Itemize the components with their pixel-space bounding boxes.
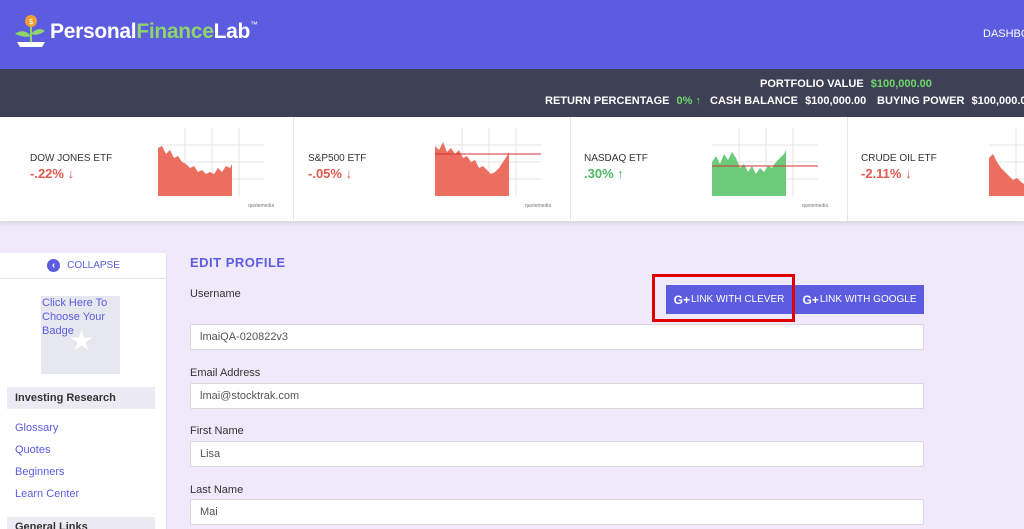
- buying-power-label: BUYING POWER: [877, 95, 965, 107]
- ticker-name: NASDAQ ETF: [584, 153, 648, 164]
- mini-chart: [712, 128, 818, 196]
- cash-value: $100,000.00: [805, 95, 867, 107]
- email-field[interactable]: lmai@stocktrak.com: [190, 383, 924, 409]
- last-name-field[interactable]: Mai: [190, 499, 924, 525]
- collapse-label: COLLAPSE: [67, 260, 120, 271]
- chart-credit: quotemedia: [802, 203, 829, 209]
- chevron-left-icon: ‹: [47, 259, 61, 272]
- arrow-up-icon: ↑: [695, 95, 702, 107]
- email-label: Email Address: [190, 367, 261, 379]
- logo[interactable]: $ PersonalFinanceLab™: [12, 14, 258, 50]
- brand-word-lab: Lab: [213, 20, 251, 43]
- brand-name: PersonalFinanceLab™: [50, 20, 258, 44]
- buying-power-value: $100,000.0: [971, 95, 1024, 107]
- return-stat: RETURN PERCENTAGE 0% ↑: [545, 95, 701, 107]
- arrow-down-icon: ↓: [905, 166, 912, 181]
- ticker-change: .30% ↑: [584, 166, 624, 181]
- portfolio-value: $100,000.00: [870, 78, 932, 90]
- cash-stat: CASH BALANCE $100,000.00: [710, 95, 866, 107]
- link-with-google-button[interactable]: G+ LINK WITH GOOGLE: [795, 285, 924, 314]
- portfolio-value-row: PORTFOLIO VALUE $100,000.00: [760, 78, 932, 90]
- arrow-down-icon: ↓: [345, 166, 353, 181]
- mini-chart: [158, 128, 264, 196]
- ticker-change: -.05% ↓: [308, 166, 352, 181]
- ticker-card[interactable]: NASDAQ ETF .30% ↑ quotemedia: [571, 117, 848, 222]
- chart-credit: quotemedia: [248, 203, 275, 209]
- ticker-change: -2.11% ↓: [861, 166, 912, 181]
- top-navbar: $ PersonalFinanceLab™ DASHBO: [0, 0, 1024, 69]
- google-button-label: LINK WITH GOOGLE: [819, 294, 917, 305]
- chart-credit: quotemedia: [525, 203, 552, 209]
- nav-dashboard-link[interactable]: DASHBO: [983, 28, 1024, 40]
- page-title: EDIT PROFILE: [190, 255, 286, 270]
- sidebar-link-quotes[interactable]: Quotes: [15, 444, 50, 456]
- ticker-name: CRUDE OIL ETF: [861, 153, 937, 164]
- google-plus-icon: G+: [802, 292, 819, 307]
- mini-chart: [435, 128, 541, 196]
- return-value: 0%: [676, 95, 693, 107]
- ticker-change-value: -2.11%: [861, 166, 902, 181]
- highlight-box: [652, 274, 795, 322]
- first-name-label: First Name: [190, 425, 244, 437]
- portfolio-summary-bar: PORTFOLIO VALUE $100,000.00 RETURN PERCE…: [0, 69, 1024, 117]
- return-label: RETURN PERCENTAGE: [545, 95, 670, 107]
- username-field[interactable]: lmaiQA-020822v3: [190, 324, 924, 350]
- sidebar-link-learn-center[interactable]: Learn Center: [15, 488, 79, 500]
- arrow-up-icon: ↑: [617, 166, 624, 181]
- sidebar-section-general-links: General Links: [7, 517, 155, 529]
- ticker-change: -.22% ↓: [30, 166, 74, 181]
- mini-chart: [989, 128, 1024, 196]
- badge-picker[interactable]: ★ Click Here To Choose Your Badge: [41, 296, 120, 374]
- sidebar-section-investing-research: Investing Research: [7, 387, 155, 409]
- ticker-card[interactable]: CRUDE OIL ETF -2.11% ↓: [848, 117, 1024, 222]
- ticker-strip: DOW JONES ETF -.22% ↓ quotemedia S&P500 …: [0, 117, 1024, 222]
- sidebar-link-glossary[interactable]: Glossary: [15, 422, 58, 434]
- buying-power-stat: BUYING POWER $100,000.0: [877, 95, 1024, 107]
- portfolio-value-label: PORTFOLIO VALUE: [760, 78, 864, 90]
- brand-word-finance: Finance: [136, 20, 214, 43]
- svg-text:$: $: [29, 17, 34, 26]
- brand-word-personal: Personal: [50, 20, 137, 43]
- ticker-card[interactable]: DOW JONES ETF -.22% ↓ quotemedia: [0, 117, 294, 222]
- sidebar-link-beginners[interactable]: Beginners: [15, 466, 65, 478]
- badge-text: Click Here To Choose Your Badge: [42, 297, 108, 337]
- ticker-name: S&P500 ETF: [308, 153, 367, 164]
- username-label: Username: [190, 288, 241, 300]
- plant-logo-icon: $: [15, 15, 45, 47]
- arrow-down-icon: ↓: [67, 166, 75, 181]
- collapse-button[interactable]: ‹ COLLAPSE: [0, 253, 167, 279]
- sidebar: ‹ COLLAPSE ★ Click Here To Choose Your B…: [0, 253, 167, 529]
- ticker-change-value: .30%: [584, 166, 614, 181]
- first-name-field[interactable]: Lisa: [190, 441, 924, 467]
- cash-label: CASH BALANCE: [710, 95, 798, 107]
- ticker-name: DOW JONES ETF: [30, 153, 113, 164]
- trademark: ™: [250, 20, 258, 29]
- ticker-change-value: -.22%: [30, 166, 64, 181]
- last-name-label: Last Name: [190, 484, 244, 496]
- ticker-card[interactable]: S&P500 ETF -.05% ↓ quotemedia: [294, 117, 571, 222]
- ticker-change-value: -.05%: [308, 166, 342, 181]
